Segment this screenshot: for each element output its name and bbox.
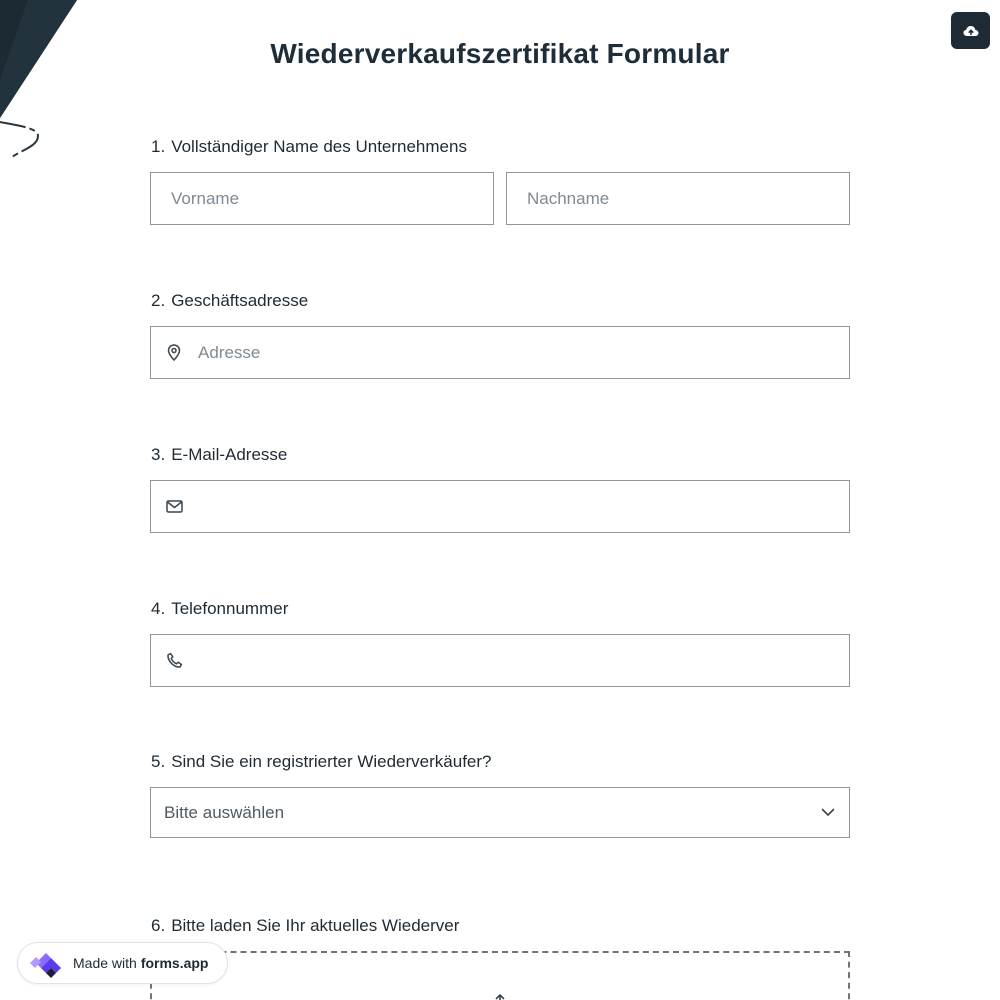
question-1-text: Vollständiger Name des Unternehmens: [171, 137, 467, 156]
question-6-label: 6. Bitte laden Sie Ihr aktuelles Wiederve…: [151, 916, 459, 936]
last-name-field[interactable]: [506, 172, 850, 225]
chevron-down-icon: [821, 808, 835, 816]
question-3-text: E-Mail-Adresse: [171, 445, 288, 464]
upload-icon: [495, 994, 505, 1000]
last-name-input[interactable]: [507, 173, 849, 224]
file-upload-dropzone[interactable]: [150, 951, 850, 1000]
reseller-select-value: Bitte auswählen: [164, 802, 285, 822]
map-pin-icon: [165, 344, 183, 362]
badge-prefix: Made with: [73, 955, 137, 971]
question-3-label: 3. E-Mail-Adresse: [151, 445, 287, 465]
question-5-text: Sind Sie ein registrierter Wiederverkäuf…: [171, 752, 492, 771]
phone-field[interactable]: [150, 634, 850, 687]
reseller-select[interactable]: Bitte auswählen: [150, 787, 850, 838]
question-4-label: 4. Telefonnummer: [151, 599, 288, 619]
envelope-icon: [165, 498, 183, 516]
question-6-number: 6.: [151, 916, 166, 935]
question-2-text: Geschäftsadresse: [171, 291, 309, 310]
first-name-input[interactable]: [151, 173, 493, 224]
form-title: Wiederverkaufszertifikat Formular: [270, 38, 730, 69]
email-input[interactable]: [151, 481, 849, 532]
made-with-forms-app-badge[interactable]: Made with forms.app: [17, 942, 228, 984]
question-1-label: 1. Vollständiger Name des Unternehmens: [151, 137, 467, 157]
question-2-number: 2.: [151, 291, 166, 310]
address-field[interactable]: [150, 326, 850, 379]
first-name-field[interactable]: [150, 172, 494, 225]
question-4-number: 4.: [151, 599, 166, 618]
question-2-label: 2. Geschäftsadresse: [151, 291, 308, 311]
question-1-number: 1.: [151, 137, 166, 156]
corner-decoration: [0, 0, 77, 158]
email-field[interactable]: [150, 480, 850, 533]
question-5-label: 5. Sind Sie ein registrierter Wiederverkä…: [151, 752, 492, 772]
question-4-text: Telefonnummer: [171, 599, 289, 618]
phone-icon: [165, 652, 183, 670]
question-3-number: 3.: [151, 445, 166, 464]
question-5-number: 5.: [151, 752, 166, 771]
address-input[interactable]: [151, 327, 849, 378]
badge-brand: forms.app: [140, 955, 209, 971]
cloud-upload-icon: [963, 25, 978, 36]
phone-input[interactable]: [151, 635, 849, 686]
question-6-text: Bitte laden Sie Ihr aktuelles Wiederver: [171, 916, 460, 935]
forms-app-logo: [30, 953, 61, 978]
